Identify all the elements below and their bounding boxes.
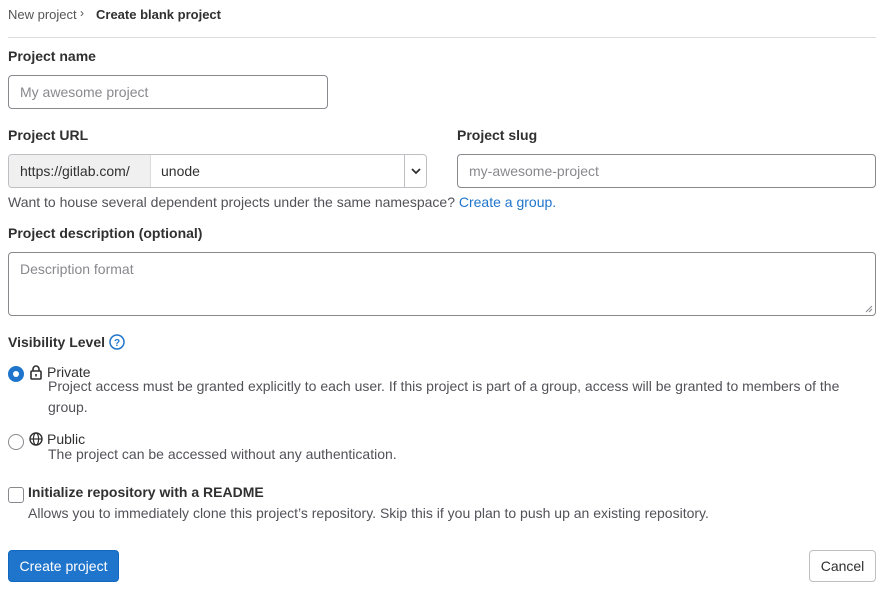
visibility-label: Visibility Level [8,334,106,350]
svg-text:?: ? [114,338,120,349]
project-url-label: Project URL [8,127,89,143]
lock-icon [30,364,42,380]
visibility-private-desc-line2: group. [48,399,88,415]
namespace-select[interactable]: unode [151,155,404,187]
project-name-label: Project name [8,48,96,64]
namespace-help-text: Want to house several dependent projects… [8,194,455,210]
create-project-button[interactable]: Create project [8,550,119,582]
visibility-private-radio[interactable] [8,366,24,382]
project-slug-input[interactable]: my-awesome-project [457,154,876,188]
description-placeholder: Description format [20,261,134,277]
project-name-placeholder: My awesome project [20,84,149,100]
readme-desc: Allows you to immediately clone this pro… [28,505,709,521]
create-group-link[interactable]: Create a group. [459,194,556,210]
project-slug-placeholder: my-awesome-project [469,163,599,179]
description-textarea[interactable]: Description format [8,252,876,316]
namespace-help: Want to house several dependent projects… [8,194,556,210]
breadcrumb-current: Create blank project [96,7,221,22]
breadcrumb-new-project[interactable]: New project [8,7,77,22]
description-label: Project description (optional) [8,225,203,241]
breadcrumb-chevron-icon: › [80,6,84,20]
visibility-public-desc: The project can be accessed without any … [48,446,397,462]
resize-handle-icon[interactable] [865,305,873,313]
readme-checkbox[interactable] [8,487,24,503]
namespace-dropdown-button[interactable] [404,155,426,187]
url-prefix: https://gitlab.com/ [9,155,151,187]
visibility-heading: Visibility Level ? [8,334,125,350]
readme-label[interactable]: Initialize repository with a README [28,484,264,500]
chevron-down-icon [410,168,421,175]
visibility-private-desc: Project access must be granted explicitl… [48,376,868,418]
cancel-button[interactable]: Cancel [809,550,876,582]
globe-icon [29,432,43,446]
question-help-icon[interactable]: ? [109,334,125,350]
project-url-group: https://gitlab.com/ unode [8,154,427,188]
visibility-private-desc-line1: Project access must be granted explicitl… [48,378,840,394]
visibility-public-radio[interactable] [8,434,24,450]
project-name-input[interactable]: My awesome project [8,75,328,109]
project-slug-label: Project slug [457,127,538,143]
divider [8,37,876,38]
